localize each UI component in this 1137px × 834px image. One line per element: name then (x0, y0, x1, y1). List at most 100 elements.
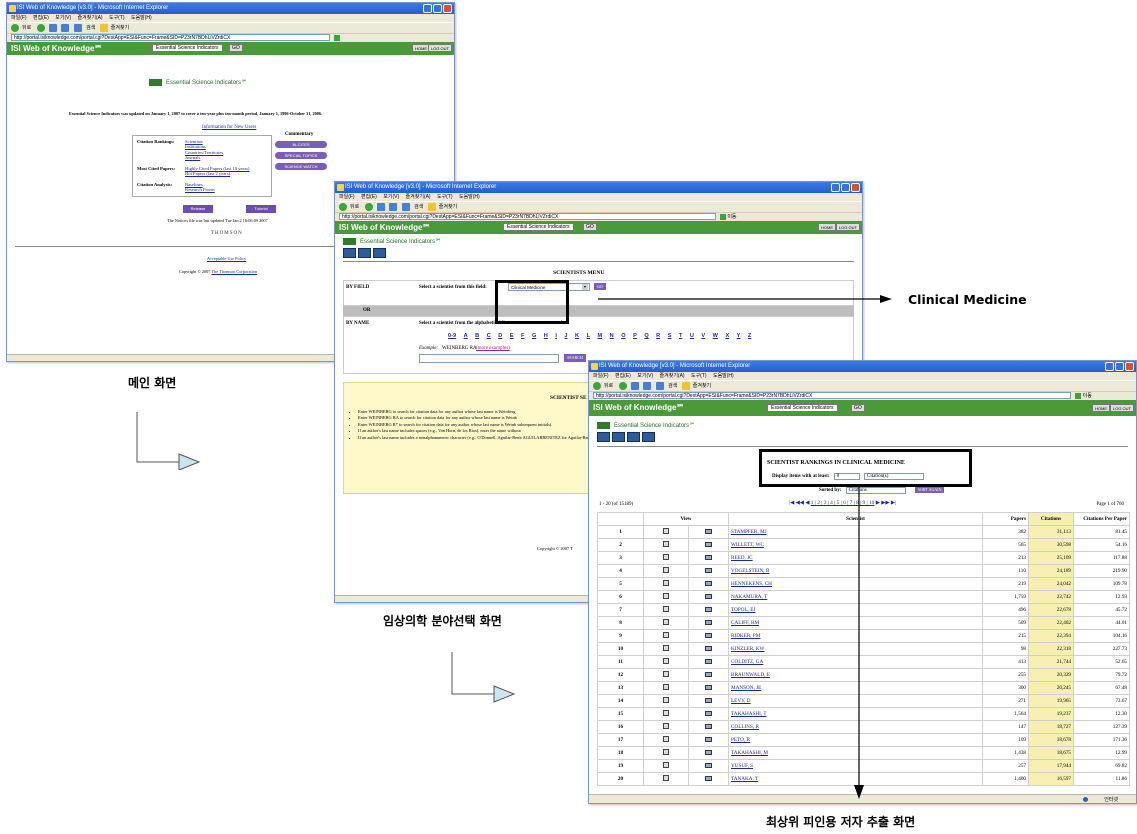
view-chart-icon[interactable] (688, 668, 729, 682)
address-input[interactable]: http://portal.isiknowledge.com/portal.cg… (11, 34, 330, 42)
view-record-icon[interactable] (643, 538, 689, 552)
home-button[interactable]: HOME (1092, 404, 1110, 412)
product-go-button[interactable]: GO (583, 223, 597, 231)
go-label[interactable]: 이동 (1083, 393, 1092, 399)
forward-icon[interactable] (36, 23, 45, 32)
first-page-icon[interactable]: |◀ (789, 500, 794, 506)
view-record-icon[interactable] (663, 723, 669, 729)
view-chart-icon[interactable] (705, 567, 712, 573)
view-record-icon[interactable] (663, 762, 669, 768)
menu-edit[interactable]: 편집(E) (615, 373, 631, 379)
menu-tools[interactable]: 도구(T) (691, 373, 707, 379)
next-page-icon[interactable]: ▶ ▶▶ ▶| (876, 500, 896, 506)
letter-p[interactable]: P (633, 333, 637, 339)
letter-f[interactable]: F (521, 333, 524, 339)
field-go-button[interactable]: GO (594, 283, 606, 290)
menu-file[interactable]: 파일(F) (339, 194, 355, 200)
letter-c[interactable]: C (487, 333, 491, 339)
menu-file[interactable]: 파일(F) (593, 373, 609, 379)
letter-u[interactable]: U (690, 333, 694, 339)
refresh-icon[interactable] (643, 381, 652, 390)
favorites-icon[interactable] (99, 23, 108, 32)
menu-favorites[interactable]: 즐겨찾기(A) (660, 373, 685, 379)
menu-file[interactable]: 파일(F) (11, 15, 27, 21)
view-record-icon[interactable] (643, 616, 689, 630)
view-chart-icon[interactable] (705, 762, 712, 768)
view-chart-icon[interactable] (688, 642, 729, 656)
view-record-icon[interactable] (643, 642, 689, 656)
search-label[interactable]: 검색 (414, 204, 423, 210)
menu-tools[interactable]: 도구(T) (109, 15, 125, 21)
letter-k[interactable]: K (575, 333, 579, 339)
stop-icon[interactable] (48, 23, 57, 32)
view-record-icon[interactable] (643, 772, 689, 786)
chevron-down-icon[interactable]: ▾ (582, 284, 588, 290)
view-chart-icon[interactable] (705, 684, 712, 690)
product-select[interactable]: Essential Science Indicators (152, 44, 223, 52)
view-chart-icon[interactable] (705, 749, 712, 755)
view-record-icon[interactable] (663, 567, 669, 573)
view-chart-icon[interactable] (688, 538, 729, 552)
letter-d[interactable]: D (498, 333, 502, 339)
view-record-icon[interactable] (663, 593, 669, 599)
view-record-icon[interactable] (643, 733, 689, 747)
view-chart-icon[interactable] (688, 577, 729, 591)
letter-h[interactable]: H (544, 333, 548, 339)
name-search-input[interactable] (419, 354, 559, 363)
back-icon[interactable] (339, 202, 347, 211)
refresh-icon[interactable] (389, 202, 398, 211)
letter-o[interactable]: O (621, 333, 625, 339)
view-chart-icon[interactable] (688, 525, 729, 539)
back-label[interactable]: 뒤로 (22, 25, 31, 31)
view-record-icon[interactable] (663, 554, 669, 560)
view-record-icon[interactable] (663, 658, 669, 664)
letter-l[interactable]: L (587, 333, 590, 339)
column-header-citations[interactable]: Citations (1028, 512, 1074, 526)
view-record-icon[interactable] (663, 775, 669, 781)
view-chart-icon[interactable] (705, 723, 712, 729)
prev-page-icon[interactable]: ◀◀ ◀ (796, 500, 810, 506)
forward-icon[interactable] (364, 202, 373, 211)
view-record-icon[interactable] (663, 671, 669, 677)
product-go-button[interactable]: GO (851, 404, 865, 412)
menu-view[interactable]: 보기(V) (637, 373, 653, 379)
view-record-icon[interactable] (663, 684, 669, 690)
menu-nav-icon[interactable] (642, 432, 655, 442)
home-button[interactable]: HOME (818, 223, 836, 231)
logout-button[interactable]: LOG OUT (1109, 404, 1134, 412)
link-hot-papers[interactable]: Hot Papers (last 2 years) (185, 171, 249, 176)
release-nav-icon[interactable] (373, 248, 386, 258)
special-topics-button[interactable]: SPECIAL TOPICS (275, 152, 327, 159)
home-nav-icon[interactable] (343, 248, 356, 258)
view-record-icon[interactable] (643, 525, 689, 539)
view-record-icon[interactable] (643, 681, 689, 695)
minimize-button[interactable] (1105, 362, 1114, 371)
view-record-icon[interactable] (643, 720, 689, 734)
maximize-button[interactable] (433, 4, 442, 13)
view-chart-icon[interactable] (688, 694, 729, 708)
maximize-button[interactable] (1115, 362, 1124, 371)
view-chart-icon[interactable] (688, 759, 729, 773)
view-chart-icon[interactable] (688, 746, 729, 760)
view-chart-icon[interactable] (705, 619, 712, 625)
letter-t[interactable]: T (679, 333, 682, 339)
search-button[interactable]: SEARCH (564, 354, 586, 362)
logout-button[interactable]: LOG OUT (835, 223, 860, 231)
letter-x[interactable]: X (725, 333, 729, 339)
view-chart-icon[interactable] (688, 551, 729, 565)
view-chart-icon[interactable] (705, 736, 712, 742)
view-record-icon[interactable] (643, 746, 689, 760)
product-go-button[interactable]: GO (229, 44, 243, 52)
letter-w[interactable]: W (713, 333, 718, 339)
stop-icon[interactable] (376, 202, 385, 211)
stop-icon[interactable] (630, 381, 639, 390)
view-chart-icon[interactable] (705, 671, 712, 677)
view-record-icon[interactable] (663, 619, 669, 625)
close-button[interactable] (443, 4, 452, 13)
letter-s[interactable]: S (668, 333, 672, 339)
view-record-icon[interactable] (643, 694, 689, 708)
view-record-icon[interactable] (663, 645, 669, 651)
address-input[interactable]: http://portal.isiknowledge.com/portal.cg… (339, 213, 716, 221)
view-record-icon[interactable] (643, 564, 689, 578)
info-link[interactable]: Information for New Users (202, 125, 256, 130)
